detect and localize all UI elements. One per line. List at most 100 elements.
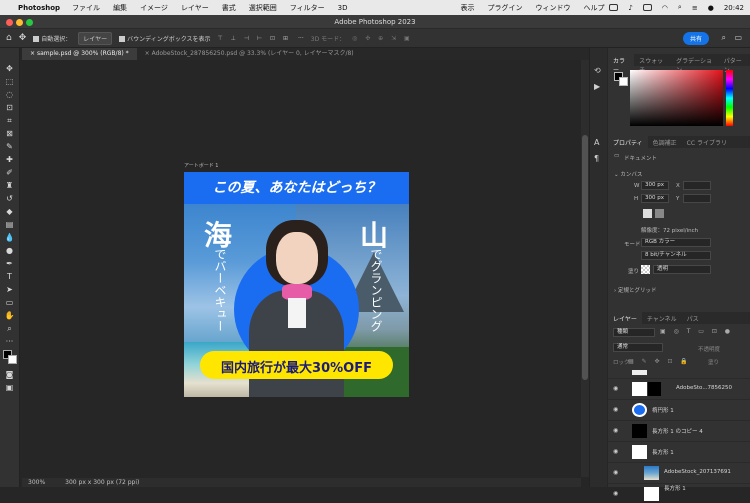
portrait-icon[interactable] xyxy=(643,209,652,218)
type-tool-icon[interactable]: T xyxy=(4,271,15,282)
actions-panel-icon[interactable]: ▶ xyxy=(594,82,600,91)
object-select-icon[interactable]: ⊡ xyxy=(4,102,15,113)
auto-select-dropdown[interactable]: レイヤー xyxy=(78,31,113,45)
tab-adjustments[interactable]: 色調補正 xyxy=(648,136,682,148)
menu-app-name[interactable]: Photoshop xyxy=(18,4,60,12)
zoom-level[interactable]: 300% xyxy=(28,478,45,487)
brush-tool-icon[interactable]: ✐ xyxy=(4,167,15,178)
menu-type[interactable]: 書式 xyxy=(222,3,236,13)
screen-icon[interactable] xyxy=(609,4,619,11)
control-center-icon[interactable]: ≡ xyxy=(692,4,698,12)
share-button[interactable]: 共有 xyxy=(682,32,709,45)
visibility-eye-icon[interactable]: ◉ xyxy=(613,406,618,413)
crop-tool-icon[interactable]: ⌗ xyxy=(4,115,15,126)
rulers-section-label[interactable]: › 定規とグリッド xyxy=(614,286,656,294)
visibility-eye-icon[interactable]: ◉ xyxy=(613,490,618,497)
vertical-scrollbar[interactable] xyxy=(581,60,589,477)
minimize-window-button[interactable] xyxy=(16,19,23,26)
wifi-icon[interactable]: ◠ xyxy=(662,4,668,12)
scrollbar-thumb[interactable] xyxy=(582,135,588,380)
zoom-window-button[interactable] xyxy=(26,19,33,26)
visibility-eye-icon[interactable]: ◉ xyxy=(613,469,618,476)
quick-mask-icon[interactable]: ◙ xyxy=(4,369,15,380)
pen-tool-icon[interactable]: ✒ xyxy=(4,258,15,269)
artboard-label[interactable]: アートボード 1 xyxy=(184,162,218,169)
document-size[interactable]: 300 px x 300 px (72 ppi) xyxy=(65,478,139,487)
visibility-eye-icon[interactable]: ◉ xyxy=(613,448,618,455)
character-panel-icon[interactable]: A xyxy=(594,138,599,147)
clock[interactable]: 20:42 xyxy=(724,4,744,12)
tab-color[interactable]: カラー xyxy=(608,54,635,74)
auto-select-checkbox[interactable]: 自動選択： xyxy=(33,34,71,43)
width-field[interactable]: 300 px xyxy=(641,181,669,190)
bit-depth-dropdown[interactable]: 8 bit/チャンネル xyxy=(641,251,711,260)
tab-cc-libraries[interactable]: CC ライブラリ xyxy=(682,136,732,148)
workspace-icon[interactable]: ▭ xyxy=(734,33,742,42)
battery-icon[interactable] xyxy=(642,4,652,11)
layer-filter-icons[interactable]: ▣ ◎ T ▭ ⊡ ● xyxy=(660,328,733,335)
dodge-tool-icon[interactable]: ● xyxy=(4,245,15,256)
fill-dropdown[interactable]: 透明 xyxy=(653,265,711,274)
menu-view[interactable]: 表示 xyxy=(460,3,474,13)
shape-tool-icon[interactable]: ▭ xyxy=(4,297,15,308)
blur-tool-icon[interactable]: 💧 xyxy=(4,232,15,243)
menu-help[interactable]: ヘルプ xyxy=(583,3,604,13)
layer-row[interactable]: ◉ 長方形 1 xyxy=(608,441,750,461)
tab-adobestock[interactable]: × AdobeStock_287856250.psd @ 33.3% (レイヤー… xyxy=(137,48,362,60)
eyedropper-icon[interactable]: ✎ xyxy=(4,141,15,152)
tab-sample[interactable]: × sample.psd @ 300% (RGB/8) * xyxy=(22,48,137,60)
y-field[interactable] xyxy=(683,194,711,203)
move-tool-icon[interactable]: ✥ xyxy=(19,33,27,43)
siri-icon[interactable]: ● xyxy=(708,4,714,12)
layer-row[interactable]: ◉ AdobeStock_207137691 xyxy=(608,462,750,482)
healing-brush-icon[interactable]: ✚ xyxy=(4,154,15,165)
visibility-eye-icon[interactable]: ◉ xyxy=(613,385,618,392)
hue-slider[interactable] xyxy=(726,70,733,126)
menu-plugins[interactable]: プラグイン xyxy=(487,3,522,13)
lock-icons[interactable]: ▦ ✎ ✥ ⊡ 🔒 xyxy=(628,358,691,365)
mode-dropdown[interactable]: RGB カラー xyxy=(641,238,711,247)
eraser-tool-icon[interactable]: ◆ xyxy=(4,206,15,217)
menu-file[interactable]: ファイル xyxy=(72,3,100,13)
layer-row[interactable]: ◉ 長方形 1 のコピー 4 xyxy=(608,420,750,440)
menu-select[interactable]: 選択範囲 xyxy=(249,3,277,13)
search-icon[interactable]: ⌕ xyxy=(678,3,682,12)
marquee-tool-icon[interactable]: ⬚ xyxy=(4,76,15,87)
frame-tool-icon[interactable]: ⊠ xyxy=(4,128,15,139)
more-icon[interactable]: ··· xyxy=(298,35,304,42)
music-icon[interactable]: ♪ xyxy=(628,4,632,12)
tab-patterns[interactable]: パターン xyxy=(719,54,750,74)
layer-filter-dropdown[interactable]: 種類 xyxy=(613,328,655,337)
hand-tool-icon[interactable]: ✋ xyxy=(4,310,15,321)
canvas-section-label[interactable]: ⌄ カンバス xyxy=(614,170,642,178)
show-bbox-checkbox[interactable]: バウンディングボックスを表示 xyxy=(119,34,211,43)
menu-image[interactable]: イメージ xyxy=(140,3,168,13)
x-field[interactable] xyxy=(683,181,711,190)
menu-edit[interactable]: 編集 xyxy=(113,3,127,13)
screen-mode-icon[interactable]: ▣ xyxy=(4,382,15,393)
home-icon[interactable]: ⌂ xyxy=(6,33,12,43)
landscape-icon[interactable] xyxy=(655,209,664,218)
tab-properties[interactable]: プロパティ xyxy=(608,136,648,148)
tab-swatches[interactable]: スウォッチ xyxy=(634,54,671,74)
menu-filter[interactable]: フィルター xyxy=(290,3,325,13)
more-tools-icon[interactable]: ··· xyxy=(4,336,15,347)
search-icon[interactable]: ⌕ xyxy=(722,33,726,43)
tab-gradients[interactable]: グラデーション xyxy=(671,54,719,74)
layer-row[interactable]: ◉ 楕円形 1 xyxy=(608,399,750,419)
align-icons[interactable]: ⊤ ⊥ ⊣ ⊢ ⊡ ⊞ xyxy=(218,35,292,42)
history-brush-icon[interactable]: ↺ xyxy=(4,193,15,204)
visibility-eye-icon[interactable]: ◉ xyxy=(613,427,618,434)
history-panel-icon[interactable]: ⟲ xyxy=(594,66,601,75)
color-field[interactable] xyxy=(630,70,723,126)
blend-mode-dropdown[interactable]: 通常 xyxy=(613,343,663,352)
tab-paths[interactable]: パス xyxy=(682,312,704,324)
stamp-tool-icon[interactable]: ♜ xyxy=(4,180,15,191)
layer-row[interactable]: ◉ AdobeSto...7856250 xyxy=(608,378,750,398)
tab-channels[interactable]: チャンネル xyxy=(642,312,682,324)
menu-3d[interactable]: 3D xyxy=(338,4,348,12)
layer-row[interactable]: ◉ 長方形 1 xyxy=(608,483,750,503)
tab-layers[interactable]: レイヤー xyxy=(608,312,642,324)
path-select-icon[interactable]: ➤ xyxy=(4,284,15,295)
zoom-tool-icon[interactable]: ⌕ xyxy=(4,323,15,334)
